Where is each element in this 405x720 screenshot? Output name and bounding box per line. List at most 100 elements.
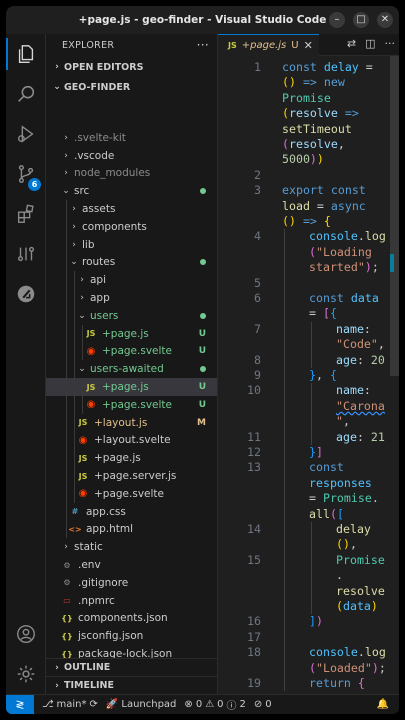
cfg-file-icon: ⚙ [63,578,71,588]
tree-folder[interactable]: ⌄ routes [46,253,217,272]
code-line: ", [218,414,399,430]
editor-tab-bar: JS +page.js U ✕ ⇄ ◫ ··· [218,34,399,56]
line-number: 16 [247,614,261,629]
remote-explorer-button[interactable] [6,274,46,314]
json-file-icon: {} [61,631,73,641]
tree-file[interactable]: ◉ +page.svelte U [46,342,217,361]
source-control-button[interactable]: 6 [6,154,46,194]
tree-file[interactable]: {} components.json [46,610,217,628]
tree-folder[interactable]: ⌄ users-awaited [46,360,217,379]
problems-status[interactable]: ⊗ 0 ⚠ 0 ⓘ 2 [184,697,245,712]
code-text: setTimeout [282,121,352,136]
tab-filename: +page.js [241,39,287,51]
tree-file[interactable]: ⚙ .env [46,556,217,574]
tree-item-label: assets [82,203,116,216]
timeline-section[interactable]: › TIMELINE [46,676,217,694]
git-status-dot [200,312,206,319]
editor-tab-page-js[interactable]: JS +page.js U ✕ [218,34,319,56]
tree-file[interactable]: JS +layout.js M [46,413,217,432]
code-line: responses [218,475,399,492]
indent-guide [66,289,67,307]
indent-guide [284,383,285,399]
tree-folder[interactable]: › assets [46,200,217,218]
routes-button[interactable] [6,234,46,274]
tree-file[interactable]: JS +page.js U [46,378,217,396]
code-text: "Code", [336,337,385,352]
outline-section[interactable]: › OUTLINE [46,658,217,676]
indent-guide [66,253,67,272]
tree-file[interactable]: ⚙ .gitignore [46,574,217,592]
tree-file[interactable]: ◉ +page.svelte [46,485,217,503]
tree-file[interactable]: JS +page.server.js [46,467,217,485]
accounts-button[interactable] [6,614,46,654]
more-actions-icon[interactable]: ··· [197,38,209,52]
code-view[interactable]: 1 const delay =() => new Promise (resolve =… [218,56,399,694]
tree-file[interactable]: JS +page.js U [46,324,217,343]
scrollbar-thumb[interactable] [390,56,399,376]
chevron-down-icon: ⌄ [53,82,61,92]
tree-file[interactable]: ◉ +page.svelte U [46,396,217,414]
notifications-bell-icon[interactable]: 🔔 [377,699,389,710]
indent-guide [311,383,312,399]
editor-scrollbar[interactable] [389,56,399,694]
indent-guide [284,306,285,322]
code-text: delay [336,522,371,536]
tree-folder[interactable]: › app [46,289,217,307]
search-button[interactable] [6,74,46,114]
extensions-button[interactable] [6,194,46,234]
tree-folder[interactable]: › .vscode [46,147,217,165]
close-window-button[interactable]: ✕ [377,12,393,28]
tree-file[interactable]: ◉ +layout.svelte [46,431,217,450]
indent-guide [311,321,312,338]
remote-indicator[interactable]: ≷ [6,695,34,714]
svelte-file-icon: ◉ [86,399,96,411]
tree-folder[interactable]: › static [46,538,217,556]
indent-guide [284,337,285,353]
code-text: (resolve, [282,137,345,151]
editor-actions: ⇄ ◫ ··· [347,37,395,50]
tree-folder[interactable]: ⌄ src [46,182,217,200]
compare-changes-icon[interactable]: ⇄ [347,37,356,50]
project-root-section[interactable]: ⌄ GEO-FINDER [46,78,217,96]
tree-file[interactable]: # app.css [46,502,217,521]
tree-file[interactable]: ▭ .npmrc [46,592,217,610]
tree-file[interactable]: <> app.html [46,520,217,539]
manage-button[interactable] [6,654,46,694]
tree-item-label: api [90,274,107,287]
line-number: 6 [254,291,261,305]
code-line: load = async [218,199,399,214]
minimize-button[interactable]: – [329,12,345,28]
branch-status[interactable]: ⎇ main* ⟳ [42,699,98,710]
code-line: () => new [218,75,399,90]
code-line: 5 [218,275,399,291]
ports-status[interactable]: ⊘ 0 [254,699,272,710]
line-number: 10 [247,383,261,398]
code-line: 11 age: 21 [218,429,399,445]
tab-close-icon[interactable]: ✕ [304,39,313,52]
code-line: "Carona [218,398,399,415]
sync-icon[interactable]: ⟳ [90,699,98,710]
launchpad-status[interactable]: 🚀 Launchpad [106,699,177,710]
tree-folder[interactable]: › components [46,218,217,236]
run-debug-button[interactable] [6,114,46,154]
indent-guide [74,413,75,432]
tree-file[interactable]: {} jsconfig.json [46,627,217,645]
chevron-down-icon: ⌄ [62,186,70,197]
tree-folder[interactable]: › .svelte-kit [46,129,217,147]
tree-folder[interactable]: › node_modules [46,165,217,183]
indent-guide [311,537,312,553]
svelte-file-icon: ◉ [78,434,88,446]
code-line: 13 const [218,460,399,476]
split-editor-icon[interactable]: ◫ [365,37,375,50]
tree-folder[interactable]: ⌄ users [46,307,217,325]
code-line: started"); [218,260,399,276]
scm-badge: 6 [28,178,41,191]
tree-folder[interactable]: › api [46,271,217,290]
open-editors-section[interactable]: › OPEN EDITORS [46,58,217,76]
editor-more-icon[interactable]: ··· [385,37,396,50]
tree-file[interactable]: JS +page.js [46,449,217,468]
tree-folder[interactable]: › lib [46,235,217,254]
chevron-down-icon: ⌄ [70,257,78,268]
explorer-button[interactable] [6,34,46,74]
maximize-button[interactable]: □ [353,12,369,28]
